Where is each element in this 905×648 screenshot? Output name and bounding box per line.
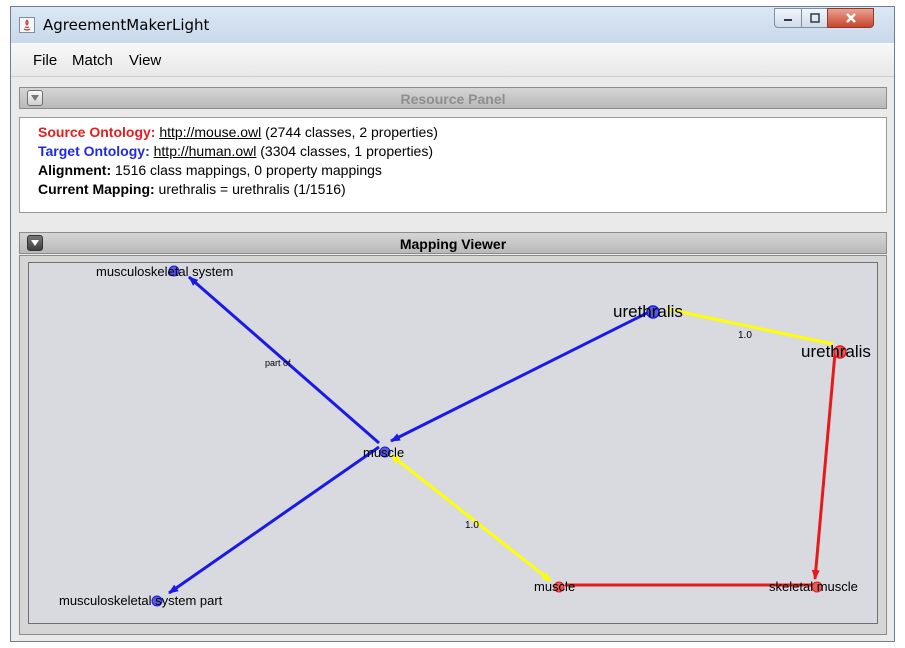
alignment-info: 1516 class mappings, 0 property mappings	[111, 162, 382, 178]
menu-match[interactable]: Match	[72, 52, 113, 69]
edge-muscle-mapping	[390, 453, 552, 583]
label-source-urethralis: urethralis	[613, 302, 683, 321]
menu-bar: File Match View	[11, 43, 894, 77]
edge-target-urethralis-to-skeletal-muscle	[811, 352, 837, 580]
alignment-line: Alignment: 1516 class mappings, 0 proper…	[38, 161, 886, 180]
mapping-viewer-title: Mapping Viewer	[399, 236, 507, 252]
mapping-viewer-panel: part of 1.0 1.0 musculoskeletal system m…	[19, 255, 887, 635]
source-ontology-label: Source Ontology:	[38, 124, 156, 140]
maximize-button[interactable]	[801, 8, 828, 28]
resource-panel-body: Source Ontology: http://mouse.owl (2744 …	[19, 117, 887, 213]
label-target-urethralis: urethralis	[801, 342, 871, 361]
app-window: AgreementMakerLight File Match View Reso…	[10, 6, 895, 642]
mapping-viewer-header: Mapping Viewer	[19, 232, 887, 254]
label-musculoskeletal-system: musculoskeletal system	[96, 264, 233, 279]
current-mapping-label: Current Mapping:	[38, 181, 155, 197]
current-mapping-info: urethralis = urethralis (1/1516)	[154, 181, 346, 197]
close-button[interactable]	[827, 8, 874, 28]
java-app-icon	[19, 17, 35, 33]
edge-label-muscle-score: 1.0	[465, 520, 479, 531]
current-mapping-line: Current Mapping: urethralis = urethralis…	[38, 180, 886, 199]
source-ontology-line: Source Ontology: http://mouse.owl (2744 …	[38, 123, 886, 142]
edge-label-urethralis-score: 1.0	[738, 330, 752, 341]
alignment-label: Alignment:	[38, 162, 112, 178]
menu-file[interactable]: File	[33, 52, 57, 69]
menu-view[interactable]: View	[129, 52, 161, 69]
edge-urethralis-to-muscle	[390, 307, 656, 443]
window-title: AgreementMakerLight	[43, 16, 210, 34]
label-skeletal-muscle: skeletal muscle	[769, 579, 858, 594]
label-source-muscle: muscle	[363, 445, 404, 460]
title-bar: AgreementMakerLight	[11, 7, 894, 43]
minimize-button[interactable]	[774, 8, 802, 28]
label-target-muscle: muscle	[534, 579, 575, 594]
label-musculoskeletal-system-part: musculoskeletal system part	[59, 593, 223, 608]
source-ontology-link[interactable]: http://mouse.owl	[159, 124, 261, 140]
graph-canvas[interactable]: part of 1.0 1.0 musculoskeletal system m…	[28, 262, 878, 624]
target-ontology-info: (3304 classes, 1 properties)	[256, 143, 433, 159]
target-ontology-line: Target Ontology: http://human.owl (3304 …	[38, 142, 886, 161]
resource-panel-title: Resource Panel	[400, 91, 506, 107]
resource-panel-header: Resource Panel	[19, 87, 887, 109]
target-ontology-link[interactable]: http://human.owl	[154, 143, 257, 159]
mapping-graph[interactable]: part of 1.0 1.0 musculoskeletal system m…	[29, 263, 877, 623]
source-ontology-info: (2744 classes, 2 properties)	[261, 124, 438, 140]
target-ontology-label: Target Ontology:	[38, 143, 150, 159]
edge-label-part-of: part of	[265, 358, 291, 368]
edge-muscle-to-musculoskeletal-system-part	[168, 445, 380, 595]
